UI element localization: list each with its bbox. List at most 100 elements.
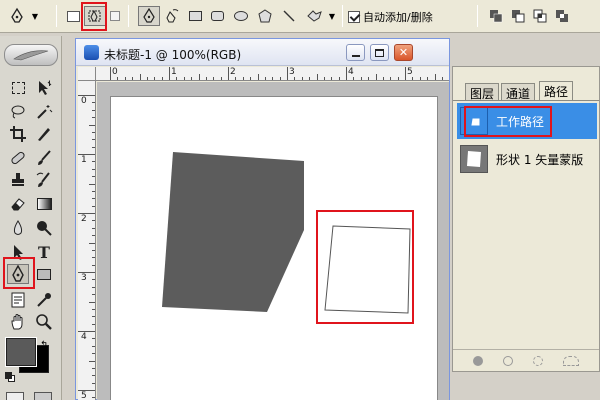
options-bar: ▼ ▼ 自动添加/删除 [0,0,600,33]
rounded-rectangle-icon [210,11,224,21]
foreground-color-swatch[interactable] [5,337,37,367]
canvas-area[interactable] [97,82,449,400]
shape-dropdown-arrow-icon[interactable]: ▼ [327,6,337,26]
magic-wand-tool-icon[interactable] [33,102,55,122]
ruler-h-label: 1 [171,67,177,77]
horizontal-ruler[interactable]: 0 1 2 3 4 5 [96,67,449,81]
freeform-pen-tool-button[interactable] [162,6,182,26]
subtract-from-path-area-button[interactable] [509,6,527,26]
default-colors-icon[interactable] [5,372,15,382]
polygon-tool-button[interactable] [256,6,274,26]
standard-mode-icon[interactable] [6,392,24,400]
ruler-v-label: 4 [81,332,87,342]
work-path-outline[interactable] [324,225,411,314]
pen-tool-preset-icon[interactable] [6,6,28,26]
ellipse-icon [234,11,248,21]
canvas[interactable] [110,96,438,400]
vertical-ruler[interactable]: 0 1 2 3 4 5 [78,81,96,400]
line-icon [283,10,295,22]
auto-add-delete-option[interactable]: 自动添加/删除 [348,9,433,25]
clone-stamp-tool-icon[interactable] [7,170,29,190]
rectangle-icon [188,11,202,21]
move-tool-icon[interactable] [33,78,55,98]
rectangle-shape-tool-icon[interactable] [33,264,55,284]
document-window: 未标题-1 @ 100%(RGB) ✕ 0 1 2 3 4 5 0 1 2 3 4 5 [75,38,450,400]
freeform-pen-icon [166,9,179,23]
ruler-v-label: 2 [81,214,87,224]
eyedropper-tool-icon[interactable] [33,290,55,310]
document-title-bar[interactable]: 未标题-1 @ 100%(RGB) ✕ [76,39,449,66]
pen-icon [143,8,155,23]
shape-layers-mode-button[interactable] [63,6,83,26]
make-work-path-icon[interactable] [563,355,579,366]
subtract-area-icon [512,10,525,23]
healing-brush-tool-icon[interactable] [7,148,29,168]
panel-tabs: 图层 通道 路径 [453,81,599,101]
line-tool-button[interactable] [280,6,298,26]
exclude-overlapping-areas-button[interactable] [553,6,571,26]
ruler-h-label: 2 [230,67,236,77]
fill-pixels-mode-button[interactable] [108,6,122,26]
ruler-h-label: 5 [407,67,413,77]
history-brush-tool-icon[interactable] [33,170,55,190]
tab-layers[interactable]: 图层 [465,83,500,101]
slice-tool-icon[interactable] [33,124,55,144]
eraser-tool-icon[interactable] [7,194,29,214]
tab-channels[interactable]: 通道 [501,83,536,101]
paths-mode-icon [88,9,101,22]
paths-panel: 图层 通道 路径 工作路径 形状 1 矢量蒙版 [452,66,600,372]
gradient-tool-icon[interactable] [33,194,55,214]
path-selection-tool-icon[interactable] [7,242,29,262]
rectangle-tool-button[interactable] [186,6,204,26]
document-title: 未标题-1 @ 100%(RGB) [104,48,242,62]
toolbox: T ↰ [0,36,62,400]
hand-tool-icon[interactable] [7,312,29,332]
pen-tool-button[interactable] [138,6,160,26]
ruler-h-label: 4 [348,67,354,77]
auto-add-delete-checkbox[interactable] [348,11,360,23]
close-icon: ✕ [398,46,409,59]
brush-tool-icon[interactable] [33,148,55,168]
path-item-work-path[interactable]: 工作路径 [457,103,597,139]
crop-tool-icon[interactable] [7,124,29,144]
fill-pixels-icon [110,11,120,21]
ruler-origin[interactable] [78,67,96,81]
stroke-path-icon[interactable] [503,355,513,366]
close-button[interactable]: ✕ [394,44,413,61]
custom-shape-icon [307,10,322,22]
photoshop-feather-logo-icon[interactable] [4,44,58,66]
rounded-rectangle-tool-button[interactable] [208,6,226,26]
blur-tool-icon[interactable] [7,218,29,238]
fill-path-icon[interactable] [473,355,483,366]
intersect-path-areas-button[interactable] [531,6,549,26]
pen-tool-icon[interactable] [7,264,29,284]
notes-tool-icon[interactable] [7,290,29,310]
minimize-button[interactable] [346,44,365,61]
lasso-tool-icon[interactable] [7,102,29,122]
custom-shape-tool-button[interactable] [304,6,326,26]
ruler-v-label: 0 [81,96,87,106]
type-tool-icon[interactable]: T [33,242,55,262]
path-item-shape-vector-mask[interactable]: 形状 1 矢量蒙版 [457,141,597,177]
path-item-label: 工作路径 [496,114,545,129]
load-path-as-selection-icon[interactable] [533,355,543,366]
shape-layers-icon [66,10,80,22]
zoom-tool-icon[interactable] [33,312,55,332]
paths-mode-button[interactable] [84,6,106,26]
preset-dropdown-arrow-icon[interactable]: ▼ [30,6,40,26]
ruler-h-label: 3 [289,67,295,77]
photoshop-doc-icon [84,45,99,60]
filled-shape-layer[interactable] [162,152,304,312]
dodge-tool-icon[interactable] [33,218,55,238]
intersect-area-icon [533,9,547,23]
restore-button[interactable] [370,44,389,61]
quick-mask-mode-icon[interactable] [34,392,52,400]
add-to-path-area-button[interactable] [487,6,505,26]
path-item-label: 形状 1 矢量蒙版 [496,152,584,167]
swap-colors-icon[interactable]: ↰ [40,340,48,351]
ruler-v-label: 5 [81,391,87,400]
ellipse-tool-button[interactable] [232,6,250,26]
tab-paths[interactable]: 路径 [539,81,574,101]
marquee-tool-icon[interactable] [7,78,29,98]
exclude-area-icon [556,10,568,22]
